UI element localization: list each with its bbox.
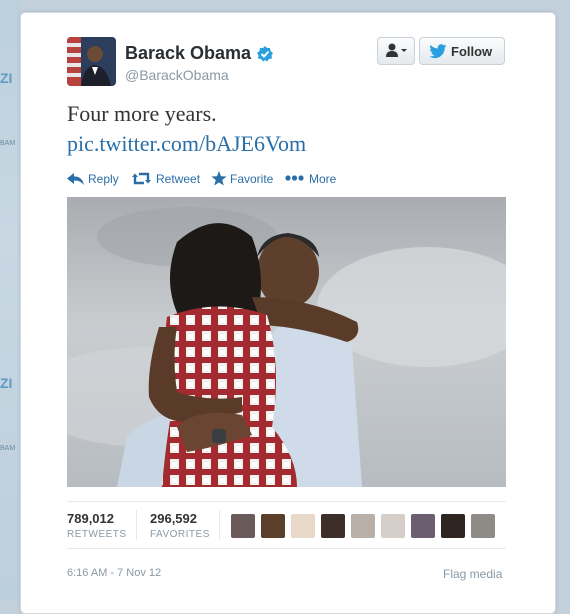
avatar-image <box>67 37 116 86</box>
tweet-text: Four more years. <box>67 101 217 126</box>
divider <box>67 501 506 502</box>
favoriter-avatar[interactable] <box>441 514 465 538</box>
background-text: BAM <box>0 445 16 452</box>
favoriter-avatar[interactable] <box>411 514 435 538</box>
favorites-label: FAVORITES <box>150 529 210 540</box>
favorite-label: Favorite <box>230 172 274 186</box>
retweet-action[interactable]: Retweet <box>132 171 206 187</box>
retweet-icon <box>132 172 151 185</box>
background-text: BAM <box>0 140 16 147</box>
favoriter-avatar[interactable] <box>261 514 285 538</box>
retweets-count[interactable]: 789,012 <box>67 511 114 526</box>
star-icon <box>211 171 227 186</box>
follow-button[interactable]: Follow <box>419 37 505 65</box>
reply-arrow-icon <box>67 173 84 185</box>
background-page-edge <box>0 0 20 599</box>
retweet-label: Retweet <box>156 172 201 186</box>
ellipsis-icon <box>285 175 304 181</box>
background-text: ZI <box>0 375 13 391</box>
tweet-photo[interactable] <box>67 197 506 487</box>
reply-action[interactable]: Reply <box>67 171 127 187</box>
embrace-photo <box>67 197 506 487</box>
twitter-bird-icon <box>429 44 447 59</box>
tweet-media-link[interactable]: pic.twitter.com/bAJE6Vom <box>67 131 306 157</box>
user-name[interactable]: Barack Obama <box>125 43 251 64</box>
favoriter-avatar[interactable] <box>321 514 345 538</box>
user-handle[interactable]: @BarackObama <box>125 67 229 83</box>
verified-badge-icon <box>257 46 273 62</box>
background-text: ZI <box>0 70 13 86</box>
avatar[interactable] <box>67 37 116 86</box>
more-action[interactable]: More <box>285 171 341 187</box>
favoriter-avatar[interactable] <box>381 514 405 538</box>
divider <box>219 510 220 540</box>
favoriter-avatar[interactable] <box>351 514 375 538</box>
favorite-action[interactable]: Favorite <box>211 171 277 187</box>
favorites-count[interactable]: 296,592 <box>150 511 197 526</box>
person-dropdown-icon <box>386 43 407 57</box>
tweet-timestamp[interactable]: 6:16 AM - 7 Nov 12 <box>67 567 161 579</box>
reply-label: Reply <box>88 172 119 186</box>
flag-media-link[interactable]: Flag media <box>443 567 502 581</box>
tweet-card: Barack Obama @BarackObama Follow Four mo… <box>20 12 556 614</box>
favoriter-avatar[interactable] <box>231 514 255 538</box>
divider <box>67 548 506 549</box>
favoriter-avatar[interactable] <box>291 514 315 538</box>
favoriter-avatar[interactable] <box>471 514 495 538</box>
retweets-label: RETWEETS <box>67 529 127 540</box>
follow-button-label: Follow <box>451 44 493 59</box>
more-label: More <box>309 172 337 186</box>
user-actions-button[interactable] <box>377 37 415 65</box>
divider <box>136 510 137 540</box>
